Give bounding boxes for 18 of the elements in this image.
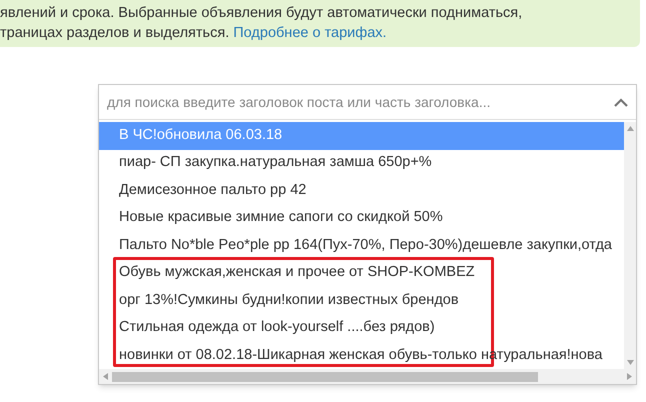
- notice-text: траницах разделов и выделяться.: [0, 25, 230, 41]
- dropdown-option[interactable]: Пальто No*ble Peo*ple рр 164(Пух-70%, Перо-30%)дешевле закупки,отда: [99, 232, 624, 260]
- scroll-up-icon[interactable]: [626, 126, 634, 131]
- dropdown-option[interactable]: Новые красивые зимние сапоги со скидкой 50%: [99, 204, 624, 232]
- search-field[interactable]: для поиска введите заголовок поста или часть заголовка...: [107, 92, 614, 112]
- dropdown-option[interactable]: Обувь мужская,женская и прочее от SHOP-KOMBEZ: [99, 260, 624, 287]
- tariffs-link[interactable]: Подробнее о тарифах.: [233, 25, 387, 41]
- horizontal-scrollbar[interactable]: [99, 369, 636, 384]
- scroll-left-icon[interactable]: [103, 373, 108, 380]
- notice-text: явлений и срока. Выбранные объявления будут автоматически подниматься,: [0, 4, 524, 23]
- dropdown-option[interactable]: пиар- СП закупка.натуральная замша 650р+%: [99, 150, 624, 177]
- vertical-scrollbar[interactable]: [624, 122, 636, 369]
- dropdown-option[interactable]: Стильная одежда от look-yourself ....без рядов): [99, 314, 624, 342]
- dropdown-option[interactable]: Демисезонное пальто рр 42: [99, 177, 624, 204]
- chevron-up-icon[interactable]: [614, 98, 628, 106]
- dropdown-option[interactable]: орг 13%!Сумкины будни!копии известных брендов: [99, 287, 624, 314]
- scroll-right-icon[interactable]: [627, 373, 632, 380]
- scroll-down-icon[interactable]: [626, 360, 634, 365]
